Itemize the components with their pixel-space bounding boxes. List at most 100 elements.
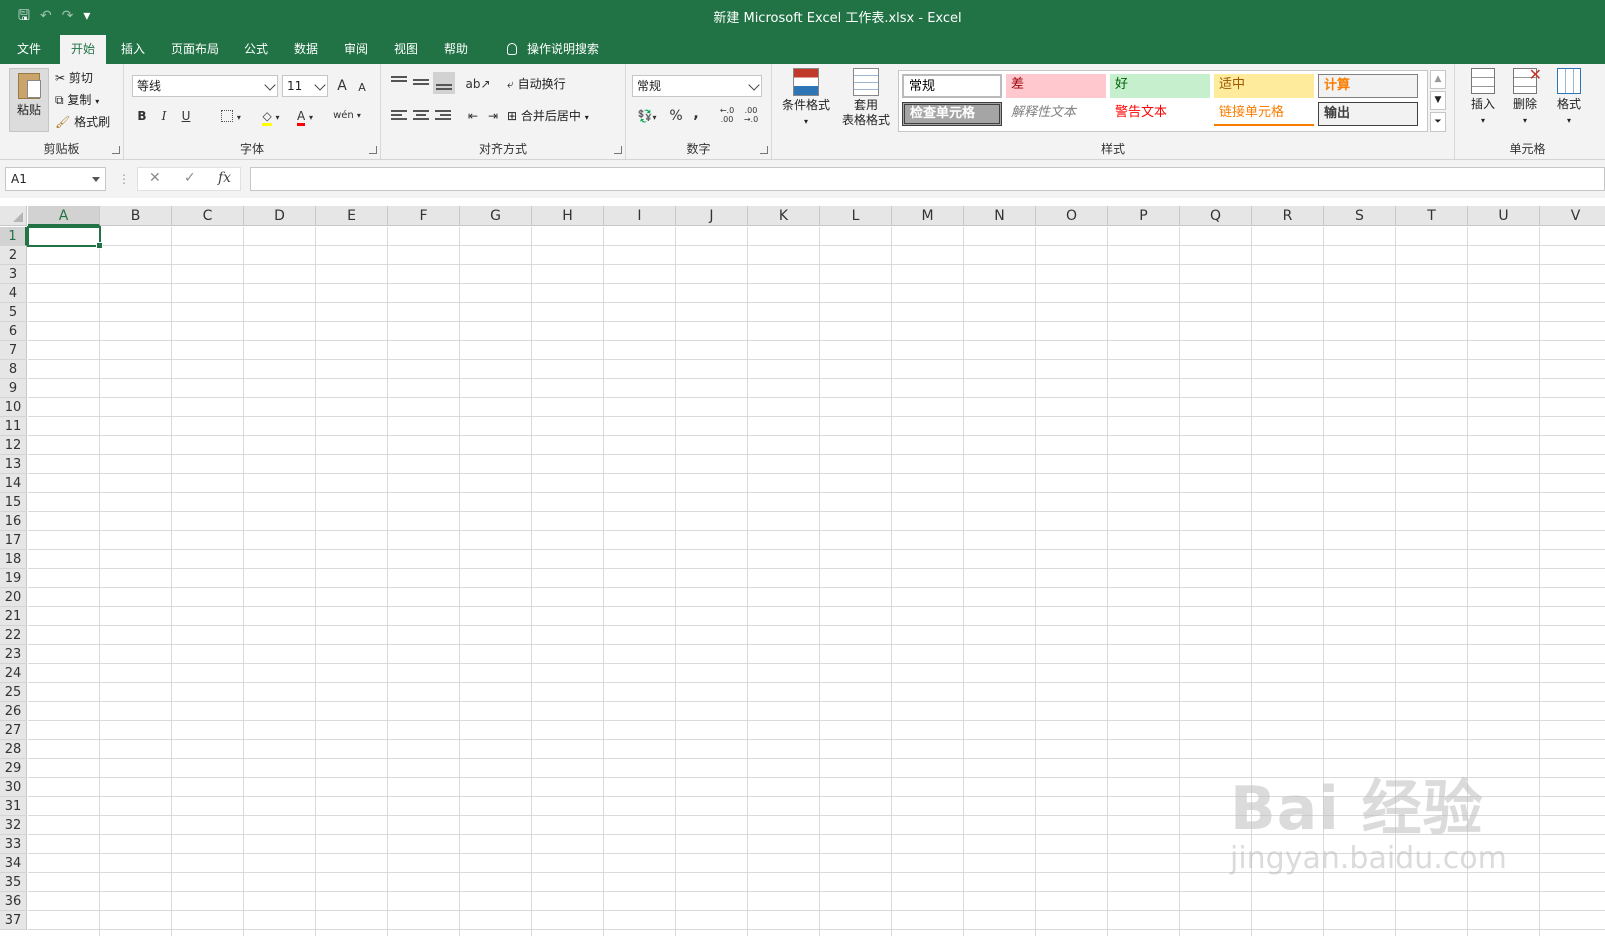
grow-font-button[interactable]: A	[332, 76, 352, 96]
gallery-more-icon[interactable]: ⏷	[1430, 112, 1446, 132]
tab-view[interactable]: 视图	[383, 35, 429, 64]
row-header[interactable]: 16	[0, 512, 27, 531]
paste-button[interactable]: 粘贴	[9, 68, 49, 132]
row-header[interactable]: 5	[0, 303, 27, 322]
merge-center-button[interactable]: ⊞ 合并后居中 ▾	[507, 107, 589, 127]
accounting-format-button[interactable]: 💱▾	[632, 106, 662, 126]
shrink-font-button[interactable]: A	[352, 78, 372, 98]
tell-me-search[interactable]: 操作说明搜索	[496, 35, 610, 64]
decrease-indent-icon[interactable]: ⇤	[463, 106, 483, 126]
gallery-scroll-up-icon[interactable]: ▲	[1430, 70, 1446, 89]
column-header[interactable]: N	[964, 206, 1036, 226]
column-header[interactable]: F	[388, 206, 460, 226]
font-launcher-icon[interactable]	[369, 146, 377, 154]
column-header[interactable]: A	[28, 206, 100, 226]
row-header[interactable]: 14	[0, 474, 27, 493]
cancel-icon[interactable]: ✕	[149, 170, 161, 186]
column-header[interactable]: K	[748, 206, 820, 226]
row-header[interactable]: 23	[0, 645, 27, 664]
format-cells-button[interactable]: 格式 ▾	[1549, 68, 1589, 128]
phonetic-button[interactable]: wén ▾	[332, 106, 362, 126]
row-header[interactable]: 36	[0, 892, 27, 911]
clipboard-launcher-icon[interactable]	[112, 146, 120, 154]
bottom-align-button[interactable]	[433, 72, 455, 94]
style-good[interactable]: 好	[1110, 74, 1210, 98]
style-normal[interactable]: 常规	[902, 74, 1002, 98]
column-header[interactable]: P	[1108, 206, 1180, 226]
increase-indent-icon[interactable]: ⇥	[483, 106, 503, 126]
style-linked-cell[interactable]: 链接单元格	[1214, 102, 1314, 126]
comma-style-button[interactable]: ,	[686, 104, 706, 124]
row-header[interactable]: 28	[0, 740, 27, 759]
row-header[interactable]: 32	[0, 816, 27, 835]
row-header[interactable]: 26	[0, 702, 27, 721]
tab-help[interactable]: 帮助	[433, 35, 479, 64]
row-header[interactable]: 25	[0, 683, 27, 702]
row-header[interactable]: 12	[0, 436, 27, 455]
font-size-dropdown[interactable]: 11	[282, 75, 328, 97]
row-header[interactable]: 15	[0, 493, 27, 512]
orientation-button[interactable]: ab↗	[463, 74, 493, 94]
column-header[interactable]: S	[1324, 206, 1396, 226]
row-header[interactable]: 1	[0, 227, 27, 246]
row-header[interactable]: 37	[0, 911, 27, 930]
worksheet-grid[interactable]: ABCDEFGHIJKLMNOPQRSTUV 1 2 3 4 5 6 7 8 9 10 11 12 13…	[0, 206, 1605, 936]
tab-page-layout[interactable]: 页面布局	[160, 35, 230, 64]
row-header[interactable]: 20	[0, 588, 27, 607]
borders-button[interactable]: ▾	[216, 106, 246, 126]
number-launcher-icon[interactable]	[760, 146, 768, 154]
row-header[interactable]: 10	[0, 398, 27, 417]
column-header[interactable]: B	[100, 206, 172, 226]
tab-review[interactable]: 审阅	[333, 35, 379, 64]
row-header[interactable]: 31	[0, 797, 27, 816]
row-header[interactable]: 4	[0, 284, 27, 303]
number-format-dropdown[interactable]: 常规	[632, 75, 762, 97]
row-header[interactable]: 6	[0, 322, 27, 341]
column-header[interactable]: R	[1252, 206, 1324, 226]
tab-home[interactable]: 开始	[60, 35, 107, 64]
align-right-icon[interactable]	[435, 110, 451, 122]
insert-function-icon[interactable]: fx	[218, 170, 231, 186]
percent-button[interactable]: %	[666, 106, 686, 126]
alignment-launcher-icon[interactable]	[614, 146, 622, 154]
column-header[interactable]: I	[604, 206, 676, 226]
top-align-icon[interactable]	[391, 76, 407, 88]
row-header[interactable]: 18	[0, 550, 27, 569]
column-header[interactable]: L	[820, 206, 892, 226]
enter-icon[interactable]: ✓	[184, 170, 196, 186]
italic-button[interactable]: I	[154, 106, 174, 126]
row-header[interactable]: 9	[0, 379, 27, 398]
increase-decimal-button[interactable]: ←.0 .00	[716, 106, 738, 126]
align-left-icon[interactable]	[391, 110, 407, 122]
decrease-decimal-button[interactable]: .00 →.0	[740, 106, 762, 126]
insert-cells-button[interactable]: 插入 ▾	[1463, 68, 1503, 128]
column-header[interactable]: J	[676, 206, 748, 226]
column-header[interactable]: O	[1036, 206, 1108, 226]
style-output[interactable]: 输出	[1318, 102, 1418, 126]
row-header[interactable]: 3	[0, 265, 27, 284]
row-header[interactable]: 21	[0, 607, 27, 626]
cell-area[interactable]	[28, 227, 1605, 936]
style-bad[interactable]: 差	[1006, 74, 1106, 98]
tab-formulas[interactable]: 公式	[233, 35, 279, 64]
row-header[interactable]: 22	[0, 626, 27, 645]
font-color-button[interactable]: A ▾	[290, 106, 320, 126]
row-header[interactable]: 19	[0, 569, 27, 588]
cut-button[interactable]: ✂ 剪切	[55, 69, 93, 87]
format-painter-button[interactable]: 🖌 格式刷	[55, 113, 110, 131]
row-header[interactable]: 27	[0, 721, 27, 740]
tab-file[interactable]: 文件	[6, 35, 52, 64]
conditional-formatting-button[interactable]: 条件格式 ▾	[780, 68, 832, 129]
row-header[interactable]: 30	[0, 778, 27, 797]
formula-input[interactable]	[250, 167, 1605, 191]
underline-button[interactable]: U	[176, 106, 196, 126]
middle-align-icon[interactable]	[413, 76, 429, 88]
row-header[interactable]: 35	[0, 873, 27, 892]
column-header[interactable]: E	[316, 206, 388, 226]
column-header[interactable]: G	[460, 206, 532, 226]
column-header[interactable]: Q	[1180, 206, 1252, 226]
active-cell[interactable]	[27, 226, 103, 249]
bold-button[interactable]: B	[132, 106, 152, 126]
column-header[interactable]: U	[1468, 206, 1540, 226]
gallery-scroll-down-icon[interactable]: ▼	[1430, 91, 1446, 110]
